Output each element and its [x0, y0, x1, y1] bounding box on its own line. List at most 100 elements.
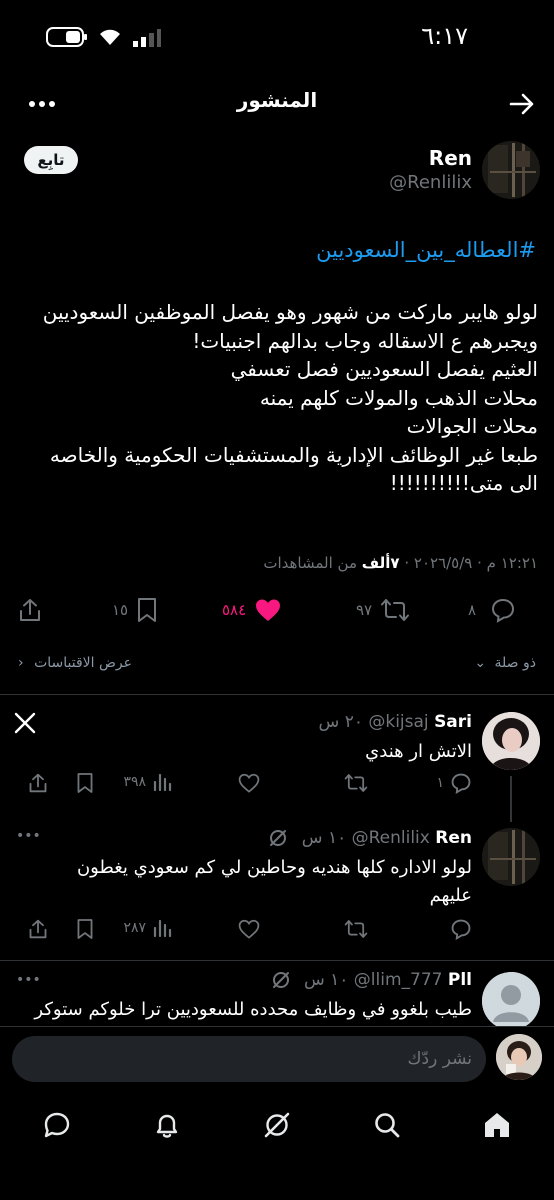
reply-author-name[interactable]: Sari	[434, 712, 472, 732]
repost-icon	[381, 599, 410, 621]
reply-author-handle[interactable]: @llim_777	[354, 970, 443, 990]
post-line: ويجبرهم ع الاسقاله وجاب بدالهم اجنبيات!	[192, 328, 538, 353]
share-icon	[29, 773, 47, 793]
repost-button[interactable]: ٩٧	[356, 596, 410, 624]
reply-avatar[interactable]	[482, 972, 540, 1026]
reply-avatar[interactable]	[482, 828, 540, 886]
reply-button[interactable]	[450, 918, 472, 940]
reply-author-name[interactable]: Pll	[448, 970, 472, 990]
chevron-down-icon: ⌄	[474, 655, 487, 671]
reply-button[interactable]: ٨	[468, 596, 516, 624]
notifications-bell-icon[interactable]	[152, 1110, 182, 1140]
reply-text-line: لولو الاداره كلها هنديه وحاطين لي كم سعو…	[76, 857, 472, 878]
reply-item[interactable]: ••• Ren @Renlilix ١٠ س لولو الاداره كلها…	[0, 822, 554, 952]
thread-line	[510, 776, 512, 822]
post-body: لولو هايبر ماركت من شهور وهو يفصل الموظف…	[13, 298, 538, 498]
signal-icon	[133, 29, 161, 47]
repost-icon	[344, 774, 368, 792]
more-options-icon[interactable]	[28, 92, 56, 116]
view-count: ٣٩٨	[123, 774, 146, 790]
battery-icon	[46, 27, 87, 47]
bookmark-button[interactable]: ١٥	[112, 596, 158, 624]
repost-button[interactable]	[344, 772, 368, 794]
chevron-left-icon: ‹	[18, 655, 24, 671]
reply-icon	[451, 773, 471, 794]
repost-icon	[344, 920, 368, 938]
bookmark-button[interactable]	[76, 772, 94, 794]
view-count[interactable]: ٧ألف	[362, 554, 400, 572]
reply-time: ٢٠ س	[318, 712, 363, 732]
reply-header: Ren @Renlilix ١٠ س	[268, 828, 472, 848]
reply-icon	[451, 919, 471, 940]
reply-author-handle[interactable]: @kijsaj	[368, 712, 428, 732]
grok-icon[interactable]	[271, 970, 291, 990]
author-handle[interactable]: @Renlilix	[389, 172, 472, 193]
share-button[interactable]	[28, 772, 48, 794]
heart-filled-icon	[256, 599, 281, 621]
quotes-label: عرض الاقتباسات	[34, 655, 132, 671]
post-line: محلات الذهب والمولات كلهم يمنه	[259, 385, 538, 410]
search-icon[interactable]	[372, 1110, 402, 1140]
home-icon[interactable]	[482, 1110, 512, 1140]
grok-icon[interactable]	[262, 1110, 292, 1140]
reply-count: ١	[436, 775, 444, 791]
reply-button[interactable]: ١	[436, 772, 472, 794]
reply-text: الاتش ار هندي	[365, 741, 472, 762]
reply-count: ٨	[467, 601, 476, 619]
like-button[interactable]	[238, 918, 260, 940]
post-timestamp[interactable]: ١٢:٢١ م · ٢٠٢٦/٥/٩	[414, 554, 538, 572]
analytics-icon	[153, 919, 172, 938]
bookmark-icon	[138, 598, 157, 622]
views-button[interactable]: ٣٩٨	[123, 772, 172, 792]
reply-text: لولو الاداره كلها هنديه وحاطين لي كم سعو…	[32, 854, 472, 910]
view-quotes-link[interactable]: عرض الاقتباسات ‹	[18, 655, 132, 671]
more-options-icon[interactable]: •••	[16, 972, 41, 988]
post-line: طبعا غير الوظائف الإدارية والمستشفيات ال…	[49, 442, 538, 467]
bookmark-button[interactable]	[76, 918, 94, 940]
x-logo-icon	[14, 712, 36, 734]
author-name[interactable]: Ren	[429, 146, 472, 170]
repost-button[interactable]	[344, 918, 368, 940]
follow-button[interactable]: تابِع	[24, 146, 78, 174]
related-toggle[interactable]: ذو صلة ⌄	[474, 655, 536, 671]
reply-text-line: عليهم	[429, 885, 472, 906]
bookmark-icon	[77, 919, 93, 939]
grok-icon[interactable]	[268, 828, 288, 848]
reply-header: Pll @llim_777 ١٠ س	[271, 970, 472, 990]
reply-author-name[interactable]: Ren	[435, 828, 472, 848]
reply-avatar[interactable]	[482, 712, 540, 770]
reply-header: Sari @kijsaj ٢٠ س	[319, 712, 472, 732]
reply-actions: ٢٨٧	[29, 918, 472, 942]
status-bar: ٦:١٧	[0, 0, 554, 70]
post-meta: ١٢:٢١ م · ٢٠٢٦/٥/٩ · ٧ألف من المشاهدات	[263, 554, 538, 572]
bookmark-icon	[77, 773, 93, 793]
view-count: ٢٨٧	[123, 920, 146, 936]
page-title: المنشور	[236, 88, 318, 112]
heart-icon	[238, 773, 260, 793]
reply-time: ١٠ س	[301, 828, 347, 848]
post-line: العثيم يفصل السعوديين فصل تعسفي	[230, 357, 538, 381]
share-button[interactable]	[18, 596, 42, 624]
heart-icon	[238, 919, 260, 939]
reply-author-handle[interactable]: @Renlilix	[352, 828, 430, 848]
views-button[interactable]: ٢٨٧	[123, 918, 172, 938]
share-button[interactable]	[28, 918, 48, 940]
more-options-icon[interactable]: •••	[16, 828, 41, 844]
messages-icon[interactable]	[42, 1110, 72, 1140]
composer-placeholder: نشر ردّك	[407, 1049, 472, 1069]
post-line: لولو هايبر ماركت من شهور وهو يفصل الموظف…	[42, 300, 538, 324]
reply-item[interactable]: ••• Pll @llim_777 ١٠ س طيب بلغوو في وظاي…	[0, 964, 554, 1026]
reply-icon	[491, 598, 515, 623]
like-button[interactable]	[238, 772, 260, 794]
reply-time: ١٠ س	[303, 970, 349, 990]
composer-top-divider	[0, 1026, 554, 1027]
hashtag-link[interactable]: #العطاله_بين_السعوديين	[316, 238, 536, 262]
post-line: الى متى!!!!!!!!!!	[389, 471, 538, 495]
post-line: محلات الجوالات	[406, 414, 538, 438]
composer-avatar[interactable]	[496, 1034, 542, 1080]
author-avatar[interactable]	[482, 141, 540, 199]
status-time: ٦:١٧	[421, 22, 468, 50]
reply-item[interactable]: Sari @kijsaj ٢٠ س الاتش ار هندي ١ ٣٩٨	[0, 700, 554, 810]
like-button[interactable]: ٥٨٤	[222, 596, 282, 624]
wifi-icon	[100, 29, 120, 45]
